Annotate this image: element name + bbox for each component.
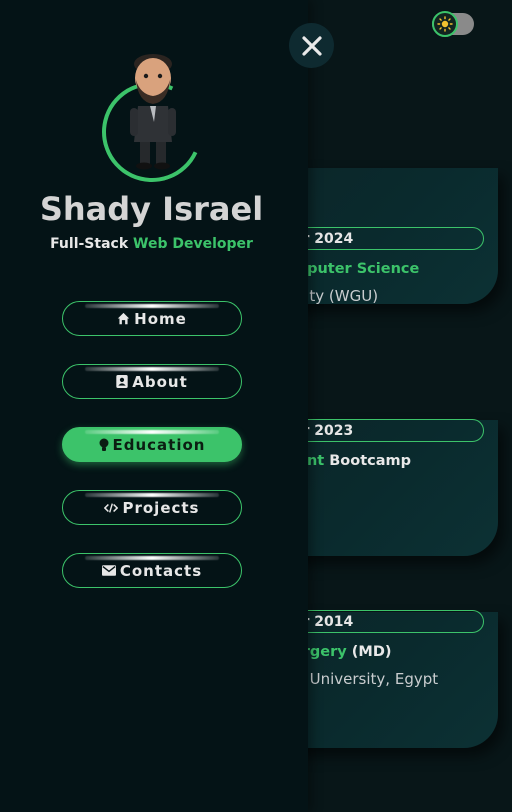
nav-label: Projects xyxy=(122,498,200,517)
nav-label: About xyxy=(132,372,188,391)
nav-contacts-button[interactable]: Contacts xyxy=(62,553,242,588)
degree-plain: (MD) xyxy=(346,644,392,660)
degree-plain: Bootcamp xyxy=(324,453,412,469)
nav-projects-button[interactable]: Projects xyxy=(62,490,242,525)
nav-label: Contacts xyxy=(119,561,203,580)
lightbulb-icon xyxy=(99,438,108,451)
profile-name: Shady Israel xyxy=(39,190,264,228)
role-accent: Web Developer xyxy=(133,236,253,252)
profile-role: Full-Stack Web Developer xyxy=(0,236,303,252)
toggle-knob xyxy=(432,11,458,37)
nav-about-button[interactable]: About xyxy=(62,364,242,399)
sun-icon xyxy=(437,16,453,32)
envelope-icon xyxy=(101,565,116,576)
theme-toggle[interactable] xyxy=(432,11,474,37)
avatar-figure-icon xyxy=(130,54,176,170)
code-icon xyxy=(104,502,119,513)
nav-education-button[interactable]: Education xyxy=(62,427,242,462)
close-icon xyxy=(301,35,322,56)
nav-label: Home xyxy=(134,309,187,328)
nav-home-button[interactable]: Home xyxy=(62,301,242,336)
role-prefix: Full-Stack xyxy=(50,236,134,252)
side-drawer: Shady Israel Full-Stack Web Developer Ho… xyxy=(0,0,308,812)
avatar xyxy=(87,50,217,197)
close-menu-button[interactable] xyxy=(289,23,334,68)
contact-card-icon xyxy=(116,375,128,388)
nav-label: Education xyxy=(112,435,206,454)
home-icon xyxy=(117,312,130,325)
